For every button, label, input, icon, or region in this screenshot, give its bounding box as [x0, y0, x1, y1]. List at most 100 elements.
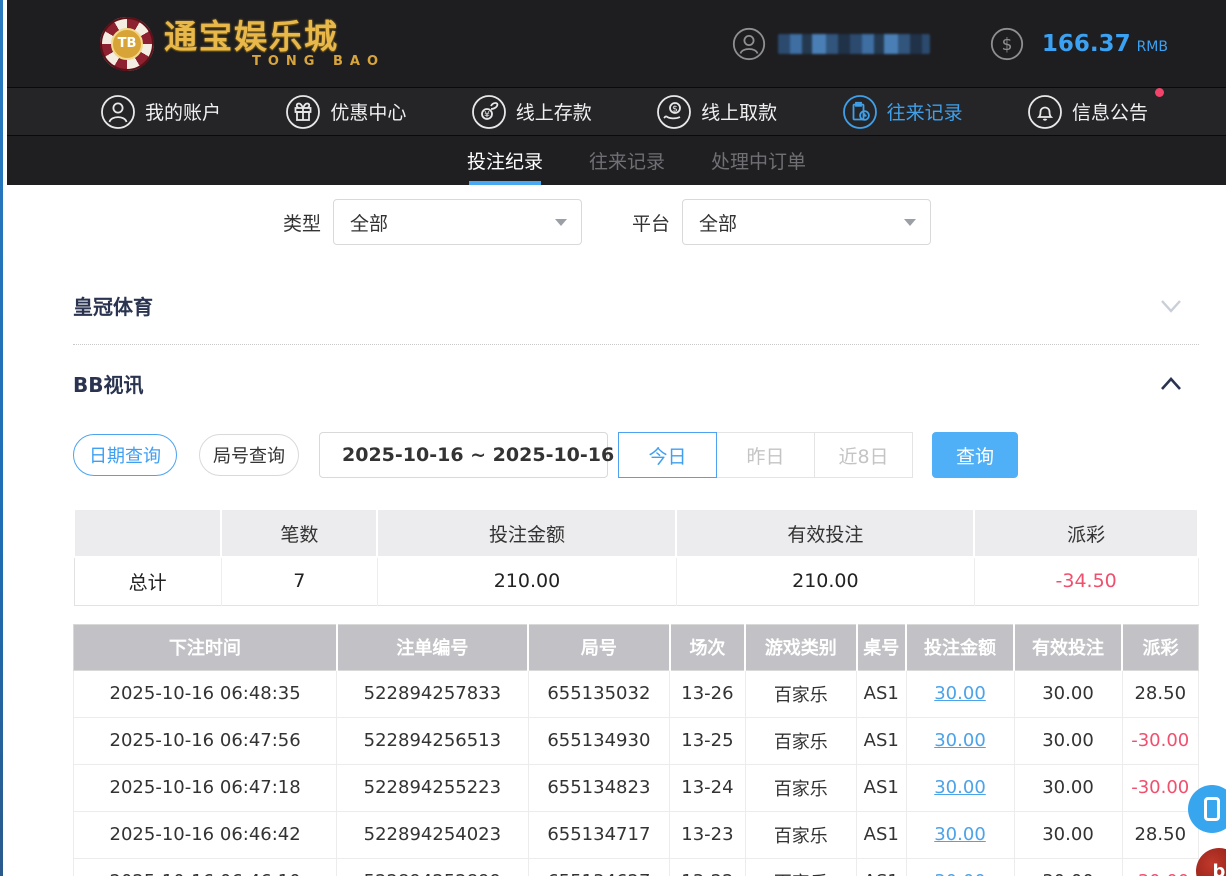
summary-header-valid-bet: 有效投注 — [676, 509, 974, 557]
bet-amount-link[interactable]: 30.00 — [934, 683, 986, 704]
svg-text:$: $ — [672, 104, 678, 114]
section-bb-video[interactable]: BB视讯 — [7, 347, 1226, 420]
bet-table-body: 2025-10-16 06:48:35522894257833655135032… — [74, 670, 1199, 876]
deposit-icon: ¥ — [471, 94, 507, 130]
cell: 30.00 — [1014, 858, 1122, 876]
cell-bet-amount: 30.00 — [906, 858, 1014, 876]
chat-icon — [1204, 797, 1220, 821]
col-table-number: 桌号 — [857, 624, 907, 670]
bet-amount-link[interactable]: 30.00 — [934, 777, 986, 798]
date-query-button[interactable]: 日期查询 — [73, 434, 177, 476]
nav-item-my-account[interactable]: 我的账户 — [100, 94, 221, 130]
table-row: 2025-10-16 06:47:56522894256513655134930… — [74, 717, 1199, 764]
last-8-days-button[interactable]: 近8日 — [814, 432, 913, 478]
platform-select[interactable]: 全部 — [682, 199, 931, 245]
brand-logo[interactable]: TB 通宝娱乐城 TONG BAO — [100, 17, 385, 71]
bet-amount-link[interactable]: 30.00 — [934, 871, 986, 876]
page: TB 通宝娱乐城 TONG BAO $ — [0, 0, 1226, 876]
cell-bet-amount: 30.00 — [906, 764, 1014, 811]
table-row: 2025-10-16 06:46:10522894252899655134627… — [74, 858, 1199, 876]
cell: 13-26 — [670, 670, 745, 717]
user-cluster[interactable] — [732, 27, 930, 61]
cell: 13-25 — [670, 717, 745, 764]
records-icon — [842, 94, 878, 130]
nav-label: 信息公告 — [1072, 98, 1148, 125]
bet-table-header-row: 下注时间 注单编号 局号 场次 游戏类别 桌号 投注金额 有效投注 派彩 — [74, 624, 1199, 670]
cell: 2025-10-16 06:46:10 — [74, 858, 337, 876]
balance-amount: 166.37 — [1042, 31, 1131, 57]
round-query-button[interactable]: 局号查询 — [199, 434, 299, 476]
cell: 2025-10-16 06:47:18 — [74, 764, 337, 811]
type-select-value: 全部 — [350, 209, 388, 236]
cell: AS1 — [857, 670, 907, 717]
nav-label: 线上取款 — [701, 98, 777, 125]
cell: 30.00 — [1014, 764, 1122, 811]
table-row: 2025-10-16 06:48:35522894257833655135032… — [74, 670, 1199, 717]
summary-header-count: 笔数 — [221, 509, 377, 557]
date-range-input[interactable]: 2025-10-16 ~ 2025-10-16 — [319, 432, 608, 478]
nav-item-records[interactable]: 往来记录 — [842, 94, 963, 130]
nav-item-promotions[interactable]: 优惠中心 — [285, 94, 406, 130]
cell: -30.00 — [1122, 858, 1199, 876]
date-range-value: 2025-10-16 ~ 2025-10-16 — [342, 444, 614, 466]
gift-icon — [285, 94, 321, 130]
cell: 13-23 — [670, 811, 745, 858]
col-bet-amount: 投注金额 — [906, 624, 1014, 670]
cell-bet-amount: 30.00 — [906, 717, 1014, 764]
col-payout: 派彩 — [1122, 624, 1199, 670]
bet-amount-link[interactable]: 30.00 — [934, 730, 986, 751]
cell: 2025-10-16 06:48:35 — [74, 670, 337, 717]
bell-icon — [1027, 94, 1063, 130]
col-bet-time: 下注时间 — [74, 624, 337, 670]
type-select[interactable]: 全部 — [333, 199, 582, 245]
tab-processing-orders[interactable]: 处理中订单 — [709, 136, 808, 185]
nav-item-announcements[interactable]: 信息公告 — [1027, 94, 1148, 130]
main-nav: 我的账户 优惠中心 ¥ 线上存款 — [7, 88, 1226, 136]
chevron-down-icon — [904, 219, 916, 226]
section-divider — [73, 344, 1199, 345]
yesterday-button[interactable]: 昨日 — [716, 432, 815, 478]
cell-bet-amount: 30.00 — [906, 811, 1014, 858]
cell: 655134823 — [528, 764, 670, 811]
balance[interactable]: 166.37 RMB — [1042, 31, 1168, 57]
cell: 522894255223 — [337, 764, 528, 811]
tab-bet-records[interactable]: 投注纪录 — [465, 136, 545, 185]
cell: 百家乐 — [745, 764, 856, 811]
nav-label: 往来记录 — [887, 98, 963, 125]
chevron-up-icon — [1160, 377, 1182, 391]
brand-subtitle: TONG BAO — [252, 55, 385, 68]
top-header: TB 通宝娱乐城 TONG BAO $ — [7, 0, 1226, 88]
section-crown-sports[interactable]: 皇冠体育 — [7, 269, 1226, 342]
cell: 655134930 — [528, 717, 670, 764]
summary-total-label: 总计 — [74, 557, 221, 605]
cell: 30.00 — [1014, 811, 1122, 858]
poker-chip-icon: TB — [100, 17, 154, 71]
search-button[interactable]: 查询 — [932, 432, 1018, 478]
brand-title: 通宝娱乐城 — [164, 20, 385, 53]
nav-item-deposit[interactable]: ¥ 线上存款 — [471, 94, 592, 130]
col-session: 场次 — [670, 624, 745, 670]
summary-count: 7 — [221, 557, 377, 605]
bet-amount-link[interactable]: 30.00 — [934, 824, 986, 845]
col-round-number: 局号 — [528, 624, 670, 670]
tab-transaction-records[interactable]: 往来记录 — [587, 136, 667, 185]
cell: 百家乐 — [745, 670, 856, 717]
balance-currency: RMB — [1137, 39, 1168, 55]
cell: 522894257833 — [337, 670, 528, 717]
nav-item-withdraw[interactable]: $ 线上取款 — [656, 94, 777, 130]
filter-row: 类型 全部 平台 全部 — [7, 199, 1226, 245]
account-icon — [100, 94, 136, 130]
nav-label: 线上存款 — [516, 98, 592, 125]
cell: 28.50 — [1122, 811, 1199, 858]
summary-bet-amount: 210.00 — [377, 557, 676, 605]
summary-header-empty — [74, 509, 221, 557]
chip-monogram: TB — [111, 28, 143, 60]
cell: 522894256513 — [337, 717, 528, 764]
cell: -30.00 — [1122, 717, 1199, 764]
notification-dot — [1155, 88, 1164, 97]
cell-bet-amount: 30.00 — [906, 670, 1014, 717]
cell: 百家乐 — [745, 811, 856, 858]
today-button[interactable]: 今日 — [618, 432, 717, 478]
background-edge-strip — [0, 0, 7, 876]
cell: 655134627 — [528, 858, 670, 876]
